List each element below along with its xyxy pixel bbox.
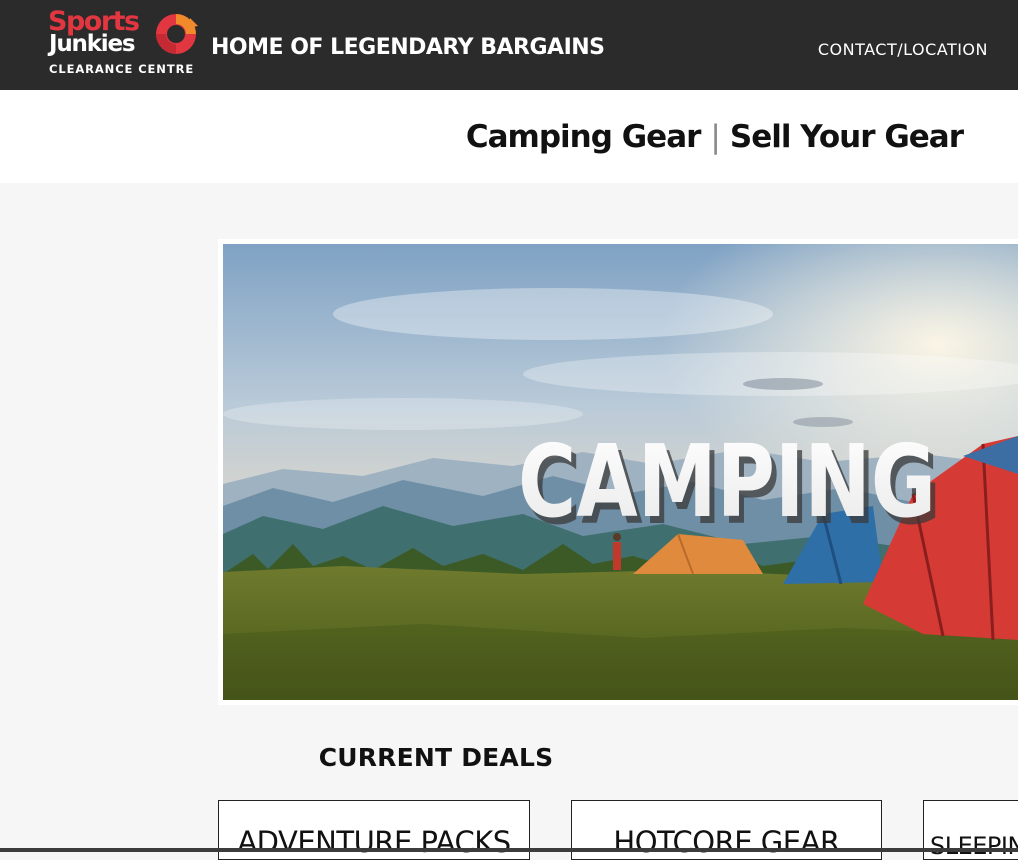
logo-subtitle: CLEARANCE CENTRE (49, 62, 195, 76)
category-nav-links: Camping Gear | Sell Your Gear (466, 117, 964, 157)
contact-location-link[interactable]: CONTACT/LOCATION (818, 40, 988, 60)
hero-camping-image: CAMPING CAMPING (223, 244, 1018, 700)
site-tagline: HOME OF LEGENDARY BARGAINS (211, 35, 605, 60)
deal-card-label: HOTCORE GEAR (613, 825, 840, 859)
camping-gear-link[interactable]: Camping Gear (466, 119, 702, 155)
hero-title: CAMPING (518, 423, 936, 540)
site-header: Sports Junkies CLEARANCE CENTRE HOME OF … (0, 0, 1018, 90)
logo-badge-icon (156, 14, 198, 54)
bottom-divider (0, 848, 1018, 852)
sell-your-gear-link[interactable]: Sell Your Gear (730, 119, 964, 155)
logo-word-junkies: Junkies (49, 31, 136, 57)
hero-banner: CAMPING CAMPING (218, 239, 1018, 705)
category-nav: Camping Gear | Sell Your Gear (0, 90, 1018, 183)
current-deals-heading: CURRENT DEALS (318, 743, 554, 772)
deal-card-label: SLEEPING (930, 832, 1018, 860)
nav-separator: | (710, 119, 721, 155)
deal-card-label: ADVENTURE PACKS (237, 825, 511, 859)
site-logo[interactable]: Sports Junkies CLEARANCE CENTRE (48, 8, 200, 76)
